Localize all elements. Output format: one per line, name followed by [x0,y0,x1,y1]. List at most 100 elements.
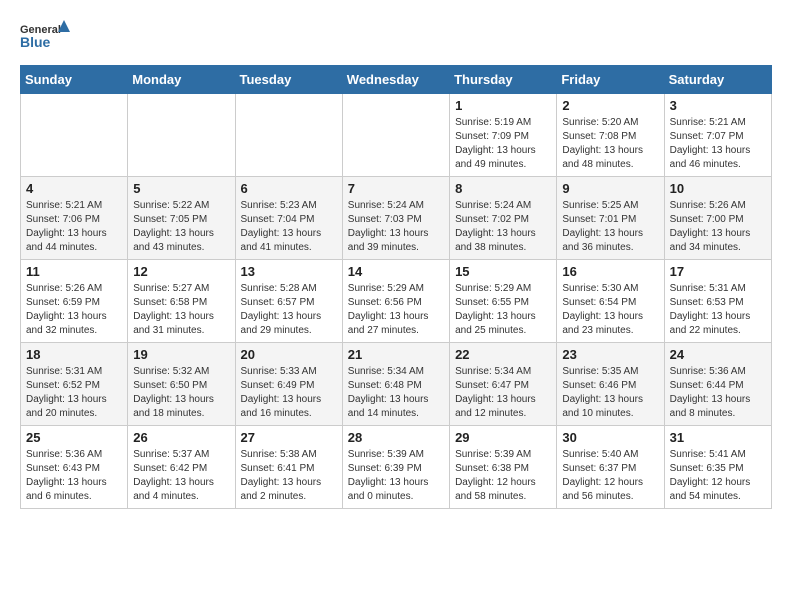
day-number: 28 [348,430,444,445]
weekday-header-monday: Monday [128,66,235,94]
day-info: Sunrise: 5:23 AM Sunset: 7:04 PM Dayligh… [241,199,337,255]
day-info: Sunrise: 5:25 AM Sunset: 7:01 PM Dayligh… [562,199,658,255]
calendar-cell: 4 Sunrise: 5:21 AM Sunset: 7:06 PM Daylig… [21,177,128,260]
calendar-cell: 24 Sunrise: 5:36 AM Sunset: 6:44 PM Dayli… [664,343,771,426]
week-row-3: 11 Sunrise: 5:26 AM Sunset: 6:59 PM Dayli… [21,260,772,343]
day-info: Sunrise: 5:26 AM Sunset: 7:00 PM Dayligh… [670,199,766,255]
day-number: 30 [562,430,658,445]
day-info: Sunrise: 5:40 AM Sunset: 6:37 PM Dayligh… [562,448,658,504]
page-header: General Blue [20,20,772,55]
day-number: 16 [562,264,658,279]
logo-svg: General Blue [20,20,70,55]
calendar-cell: 2 Sunrise: 5:20 AM Sunset: 7:08 PM Daylig… [557,94,664,177]
day-number: 14 [348,264,444,279]
calendar-cell: 16 Sunrise: 5:30 AM Sunset: 6:54 PM Dayli… [557,260,664,343]
week-row-4: 18Sunrise: 5:31 AM Sunset: 6:52 PM Dayli… [21,343,772,426]
day-number: 19 [133,347,229,362]
day-info: Sunrise: 5:19 AM Sunset: 7:09 PM Dayligh… [455,116,551,172]
calendar-cell: 10 Sunrise: 5:26 AM Sunset: 7:00 PM Dayli… [664,177,771,260]
day-number: 24 [670,347,766,362]
weekday-header-saturday: Saturday [664,66,771,94]
day-number: 2 [562,98,658,113]
day-info: Sunrise: 5:26 AM Sunset: 6:59 PM Dayligh… [26,282,122,338]
weekday-header-tuesday: Tuesday [235,66,342,94]
calendar-cell: 21 Sunrise: 5:34 AM Sunset: 6:48 PM Dayli… [342,343,449,426]
day-info: Sunrise: 5:29 AM Sunset: 6:55 PM Dayligh… [455,282,551,338]
day-info: Sunrise: 5:37 AM Sunset: 6:42 PM Dayligh… [133,448,229,504]
day-number: 29 [455,430,551,445]
day-info: Sunrise: 5:24 AM Sunset: 7:03 PM Dayligh… [348,199,444,255]
day-number: 6 [241,181,337,196]
day-number: 12 [133,264,229,279]
calendar-cell: 1Sunrise: 5:19 AM Sunset: 7:09 PM Daylig… [450,94,557,177]
calendar-cell: 11 Sunrise: 5:26 AM Sunset: 6:59 PM Dayli… [21,260,128,343]
week-row-2: 4 Sunrise: 5:21 AM Sunset: 7:06 PM Daylig… [21,177,772,260]
day-info: Sunrise: 5:21 AM Sunset: 7:06 PM Dayligh… [26,199,122,255]
day-number: 11 [26,264,122,279]
day-info: Sunrise: 5:28 AM Sunset: 6:57 PM Dayligh… [241,282,337,338]
calendar-cell: 26 Sunrise: 5:37 AM Sunset: 6:42 PM Dayli… [128,426,235,509]
day-info: Sunrise: 5:30 AM Sunset: 6:54 PM Dayligh… [562,282,658,338]
calendar-cell: 23Sunrise: 5:35 AM Sunset: 6:46 PM Dayli… [557,343,664,426]
calendar-cell: 17Sunrise: 5:31 AM Sunset: 6:53 PM Dayli… [664,260,771,343]
day-info: Sunrise: 5:21 AM Sunset: 7:07 PM Dayligh… [670,116,766,172]
day-number: 5 [133,181,229,196]
week-row-5: 25Sunrise: 5:36 AM Sunset: 6:43 PM Dayli… [21,426,772,509]
calendar-cell: 14Sunrise: 5:29 AM Sunset: 6:56 PM Dayli… [342,260,449,343]
calendar-cell [235,94,342,177]
day-number: 7 [348,181,444,196]
week-row-1: 1Sunrise: 5:19 AM Sunset: 7:09 PM Daylig… [21,94,772,177]
svg-text:Blue: Blue [20,34,51,50]
calendar-cell: 20Sunrise: 5:33 AM Sunset: 6:49 PM Dayli… [235,343,342,426]
calendar-cell: 15 Sunrise: 5:29 AM Sunset: 6:55 PM Dayli… [450,260,557,343]
calendar-cell: 27 Sunrise: 5:38 AM Sunset: 6:41 PM Dayli… [235,426,342,509]
day-info: Sunrise: 5:22 AM Sunset: 7:05 PM Dayligh… [133,199,229,255]
calendar-cell: 3 Sunrise: 5:21 AM Sunset: 7:07 PM Daylig… [664,94,771,177]
day-number: 21 [348,347,444,362]
weekday-header-sunday: Sunday [21,66,128,94]
day-number: 27 [241,430,337,445]
calendar-cell [128,94,235,177]
calendar-cell: 29 Sunrise: 5:39 AM Sunset: 6:38 PM Dayli… [450,426,557,509]
calendar-cell: 22 Sunrise: 5:34 AM Sunset: 6:47 PM Dayli… [450,343,557,426]
day-number: 9 [562,181,658,196]
weekday-header-wednesday: Wednesday [342,66,449,94]
day-number: 17 [670,264,766,279]
day-number: 22 [455,347,551,362]
day-info: Sunrise: 5:33 AM Sunset: 6:49 PM Dayligh… [241,365,337,421]
day-info: Sunrise: 5:39 AM Sunset: 6:38 PM Dayligh… [455,448,551,504]
calendar-cell: 28 Sunrise: 5:39 AM Sunset: 6:39 PM Dayli… [342,426,449,509]
day-number: 23 [562,347,658,362]
weekday-header-row: SundayMondayTuesdayWednesdayThursdayFrid… [21,66,772,94]
day-info: Sunrise: 5:34 AM Sunset: 6:48 PM Dayligh… [348,365,444,421]
day-number: 31 [670,430,766,445]
day-info: Sunrise: 5:39 AM Sunset: 6:39 PM Dayligh… [348,448,444,504]
day-number: 3 [670,98,766,113]
day-number: 25 [26,430,122,445]
day-number: 26 [133,430,229,445]
day-info: Sunrise: 5:32 AM Sunset: 6:50 PM Dayligh… [133,365,229,421]
calendar-table: SundayMondayTuesdayWednesdayThursdayFrid… [20,65,772,509]
calendar-cell: 25Sunrise: 5:36 AM Sunset: 6:43 PM Dayli… [21,426,128,509]
calendar-cell: 30 Sunrise: 5:40 AM Sunset: 6:37 PM Dayli… [557,426,664,509]
calendar-cell [342,94,449,177]
calendar-cell: 9 Sunrise: 5:25 AM Sunset: 7:01 PM Daylig… [557,177,664,260]
day-info: Sunrise: 5:41 AM Sunset: 6:35 PM Dayligh… [670,448,766,504]
day-info: Sunrise: 5:20 AM Sunset: 7:08 PM Dayligh… [562,116,658,172]
calendar-cell: 8Sunrise: 5:24 AM Sunset: 7:02 PM Daylig… [450,177,557,260]
calendar-cell: 31 Sunrise: 5:41 AM Sunset: 6:35 PM Dayli… [664,426,771,509]
day-number: 8 [455,181,551,196]
day-number: 10 [670,181,766,196]
calendar-cell: 19 Sunrise: 5:32 AM Sunset: 6:50 PM Dayli… [128,343,235,426]
calendar-cell: 7 Sunrise: 5:24 AM Sunset: 7:03 PM Daylig… [342,177,449,260]
weekday-header-friday: Friday [557,66,664,94]
day-info: Sunrise: 5:38 AM Sunset: 6:41 PM Dayligh… [241,448,337,504]
day-number: 4 [26,181,122,196]
day-info: Sunrise: 5:34 AM Sunset: 6:47 PM Dayligh… [455,365,551,421]
calendar-cell: 5 Sunrise: 5:22 AM Sunset: 7:05 PM Daylig… [128,177,235,260]
day-number: 13 [241,264,337,279]
calendar-cell: 12 Sunrise: 5:27 AM Sunset: 6:58 PM Dayli… [128,260,235,343]
day-info: Sunrise: 5:27 AM Sunset: 6:58 PM Dayligh… [133,282,229,338]
day-info: Sunrise: 5:36 AM Sunset: 6:44 PM Dayligh… [670,365,766,421]
day-number: 15 [455,264,551,279]
